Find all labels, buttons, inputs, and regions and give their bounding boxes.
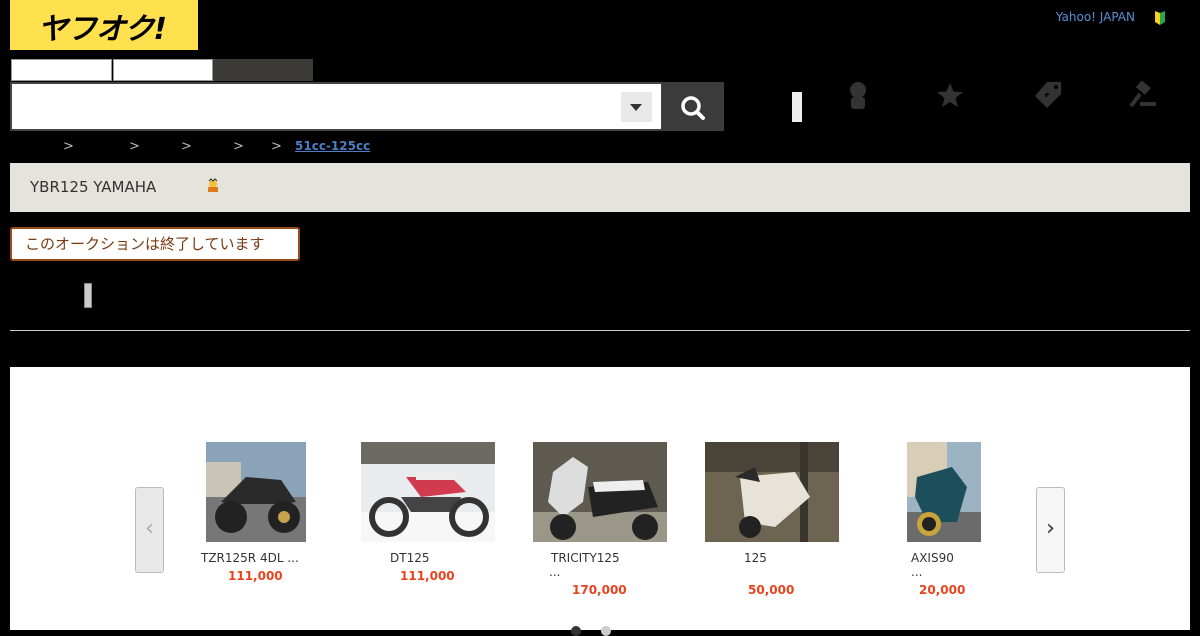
product-thumbnail[interactable] <box>533 442 667 542</box>
breadcrumb-separator: > <box>271 139 282 154</box>
search-tab-3[interactable] <box>213 59 313 81</box>
breadcrumb-separator: > <box>181 139 192 154</box>
yahuoku-logo[interactable]: ヤフオク! <box>10 0 198 50</box>
product-price: 111,000 <box>400 569 455 583</box>
divider <box>10 330 1190 331</box>
product-name-continued: ... <box>911 565 923 579</box>
breadcrumb-current-category[interactable]: 51cc-125cc <box>295 139 370 153</box>
product-thumbnail[interactable] <box>361 442 495 542</box>
product-thumbnail[interactable] <box>907 442 981 542</box>
product-name-continued: ... <box>549 565 561 579</box>
item-title: YBR125 YAMAHA <box>30 178 157 196</box>
breadcrumb-separator: > <box>129 139 140 154</box>
product-thumbnail[interactable] <box>705 442 839 542</box>
product-price: 170,000 <box>572 583 627 597</box>
yahoo-japan-link[interactable]: Yahoo! JAPAN <box>1056 10 1135 24</box>
logo-text: ヤフオク! <box>38 12 167 47</box>
search-input[interactable] <box>10 82 663 131</box>
product-name[interactable]: TRICITY125 <box>551 551 620 565</box>
product-name[interactable]: DT125 <box>390 551 429 565</box>
breadcrumb-separator: > <box>63 139 74 154</box>
user-icon[interactable] <box>843 80 873 110</box>
carousel-page-dot[interactable] <box>601 626 611 636</box>
auction-hammer-icon[interactable] <box>1128 80 1158 110</box>
search-button[interactable] <box>662 82 724 131</box>
product-price: 50,000 <box>748 583 795 597</box>
carousel-page-dot-active[interactable] <box>571 626 581 636</box>
price-tag-icon[interactable] <box>1033 80 1063 110</box>
product-price: 20,000 <box>919 583 966 597</box>
item-title-bar <box>10 163 1190 212</box>
category-dropdown[interactable] <box>621 92 652 122</box>
breadcrumb-separator: > <box>233 139 244 154</box>
product-name[interactable]: AXIS90 <box>911 551 954 565</box>
product-thumbnail[interactable] <box>206 442 306 542</box>
beginner-mark-icon[interactable] <box>1152 10 1168 26</box>
auction-ended-badge: このオークションは終了しています <box>10 227 300 261</box>
product-name[interactable]: 125 <box>744 551 767 565</box>
product-price: 111,000 <box>228 569 283 583</box>
star-icon[interactable] <box>935 80 965 110</box>
nav-divider <box>792 92 802 122</box>
search-tab-2[interactable] <box>113 59 213 81</box>
bidder-icon <box>205 178 221 194</box>
product-name[interactable]: TZR125R 4DL ... <box>201 551 299 565</box>
carousel-prev-button[interactable]: ‹ <box>135 487 164 573</box>
search-tab-1[interactable] <box>11 59 112 81</box>
search-icon <box>681 96 705 120</box>
carousel-next-button[interactable]: › <box>1036 487 1065 573</box>
image-placeholder <box>84 283 92 308</box>
